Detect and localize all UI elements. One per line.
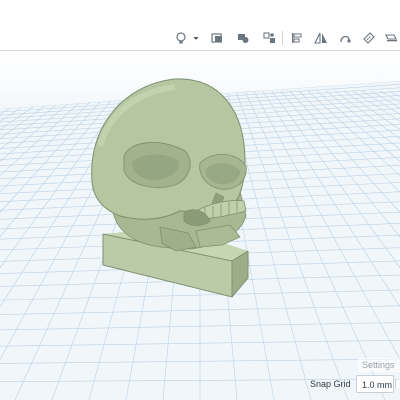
ungroup-icon[interactable] bbox=[260, 29, 278, 47]
notes-icon[interactable] bbox=[382, 29, 400, 47]
show-all-icon[interactable] bbox=[208, 29, 226, 47]
toolbar-separator bbox=[282, 31, 283, 45]
snap-grid-label: Snap Grid bbox=[310, 379, 351, 389]
settings-button[interactable]: Settings bbox=[358, 358, 400, 372]
cruise-icon[interactable] bbox=[336, 29, 354, 47]
3d-viewport[interactable] bbox=[0, 51, 400, 400]
workplane-scene[interactable] bbox=[0, 51, 400, 400]
top-bar bbox=[0, 0, 400, 27]
align-icon[interactable] bbox=[288, 29, 306, 47]
group-icon[interactable] bbox=[234, 29, 252, 47]
mirror-icon[interactable] bbox=[312, 29, 330, 47]
skull-model[interactable] bbox=[91, 78, 249, 298]
dropdown-caret-icon[interactable] bbox=[190, 29, 202, 47]
snap-grid-dropdown-icon[interactable] bbox=[395, 380, 400, 388]
snap-grid-select[interactable]: 1.0 mm bbox=[356, 375, 394, 393]
lightbulb-icon[interactable] bbox=[172, 29, 190, 47]
toolbar bbox=[0, 26, 400, 51]
ruler-icon[interactable] bbox=[360, 29, 378, 47]
